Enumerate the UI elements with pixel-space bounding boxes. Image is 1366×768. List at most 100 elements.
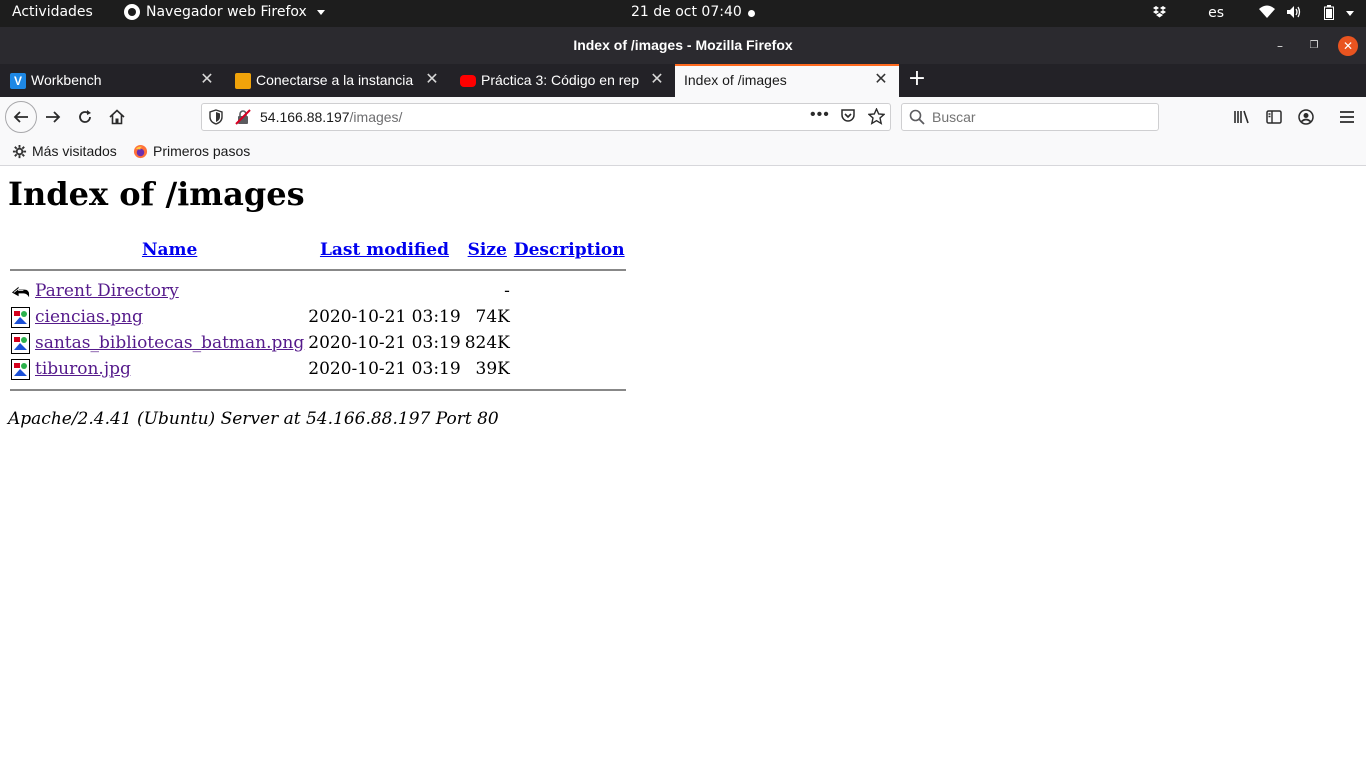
new-tab-button[interactable]: +	[906, 68, 928, 92]
app-menu[interactable]: Navegador web Firefox	[124, 4, 325, 20]
search-bar[interactable]	[901, 103, 1159, 131]
reload-icon	[79, 110, 91, 123]
url-path: /images/	[349, 109, 403, 125]
file-link[interactable]: ciencias.png	[35, 307, 143, 327]
tab-close-icon[interactable]: ✕	[424, 70, 440, 90]
tab-close-icon[interactable]: ✕	[649, 70, 665, 90]
table-row: tiburon.jpg 2020-10-21 03:19 39K	[10, 357, 626, 381]
header-name: Name	[34, 239, 305, 261]
navigation-toolbar: 54.166.88.197/images/ •••	[0, 97, 1366, 137]
tab-label: Práctica 3: Código en rep	[481, 72, 639, 88]
image-file-icon[interactable]	[11, 332, 30, 354]
sort-by-name-link[interactable]: Name	[142, 240, 197, 260]
app-menu-label: Navegador web Firefox	[146, 4, 307, 20]
account-button[interactable]	[1292, 103, 1320, 131]
activities-button[interactable]: Actividades	[12, 4, 93, 20]
sort-by-description-link[interactable]: Description	[514, 240, 625, 260]
volume-icon[interactable]	[1286, 5, 1302, 23]
tab-strip: V Workbench ✕ Conectarse a la instancia …	[0, 64, 1366, 97]
window-title: Index of /images - Mozilla Firefox	[573, 37, 793, 53]
parent-directory-link[interactable]: Parent Directory	[35, 281, 179, 301]
bookmark-most-visited[interactable]: Más visitados	[12, 143, 117, 159]
sort-by-last-modified-link[interactable]: Last modified	[320, 240, 449, 260]
account-icon	[1298, 109, 1314, 125]
search-input[interactable]	[932, 108, 1152, 126]
back-arrow-icon[interactable]	[11, 281, 30, 302]
table-row: santas_bibliotecas_batman.png 2020-10-21…	[10, 331, 626, 355]
vocareum-icon: V	[10, 73, 26, 89]
tab-conectarse[interactable]: Conectarse a la instancia ✕	[225, 64, 450, 97]
table-row: ciencias.png 2020-10-21 03:19 74K	[10, 305, 626, 329]
search-icon	[909, 109, 925, 129]
url-host: 54.166.88.197	[260, 109, 350, 125]
separator-row	[10, 383, 626, 397]
bookmark-getting-started[interactable]: Primeros pasos	[133, 143, 250, 159]
aws-box-icon	[235, 73, 251, 89]
insecure-lock-icon[interactable]	[235, 109, 251, 128]
header-description: Description	[513, 239, 626, 261]
tab-close-icon[interactable]: ✕	[873, 70, 889, 90]
file-size: -	[504, 281, 510, 301]
tracking-protection-shield-icon[interactable]	[209, 109, 223, 128]
file-size: 39K	[475, 359, 510, 379]
window-close-button[interactable]: ✕	[1338, 36, 1358, 56]
minimize-button[interactable]: –	[1270, 36, 1290, 56]
page-actions-menu-icon[interactable]: •••	[810, 106, 830, 124]
maximize-button[interactable]: ❐	[1304, 36, 1324, 56]
bookmarks-toolbar: Más visitados Primeros pasos	[0, 137, 1366, 166]
power-menu[interactable]	[1342, 6, 1354, 21]
listing-header: Name Last modified Size Description	[10, 239, 626, 261]
main-menu-button[interactable]	[1333, 103, 1361, 131]
tab-workbench[interactable]: V Workbench ✕	[0, 64, 225, 97]
bookmark-star-icon[interactable]	[867, 107, 886, 128]
home-button[interactable]	[103, 103, 131, 131]
file-link[interactable]: santas_bibliotecas_batman.png	[35, 333, 304, 353]
url-text[interactable]: 54.166.88.197/images/	[260, 109, 402, 125]
header-last-modified: Last modified	[307, 239, 461, 261]
gear-icon	[12, 144, 27, 158]
image-file-icon[interactable]	[11, 358, 30, 380]
table-row: Parent Directory -	[10, 279, 626, 303]
file-modified: 2020-10-21 03:19	[308, 333, 461, 353]
sidebar-icon	[1266, 110, 1282, 124]
chevron-down-icon	[1346, 11, 1354, 16]
directory-listing: Name Last modified Size Description Pare…	[8, 237, 628, 399]
pocket-icon[interactable]	[840, 108, 856, 127]
tab-index-of-images[interactable]: Index of /images ✕	[675, 64, 899, 97]
youtube-icon	[460, 75, 476, 87]
tab-close-icon[interactable]: ✕	[199, 70, 215, 90]
bookmark-label: Primeros pasos	[153, 143, 251, 159]
library-button[interactable]	[1228, 103, 1256, 131]
tab-label: Workbench	[31, 72, 102, 88]
system-top-bar: Actividades Navegador web Firefox 21 de …	[0, 0, 1366, 32]
battery-icon[interactable]	[1324, 5, 1334, 24]
separator-row	[10, 263, 626, 277]
firefox-icon	[133, 144, 148, 158]
forward-button[interactable]	[39, 103, 67, 131]
sidebar-toggle-button[interactable]	[1260, 103, 1288, 131]
header-icon-cell	[10, 239, 32, 261]
page-heading: Index of /images	[8, 175, 305, 213]
reload-button[interactable]	[71, 103, 99, 131]
back-button[interactable]	[5, 101, 37, 133]
page-content: Index of /images Name Last modified Size…	[0, 167, 1366, 768]
language-label: es	[1208, 5, 1224, 21]
hamburger-menu-icon	[1340, 111, 1354, 123]
library-icon	[1234, 110, 1249, 124]
file-modified: 2020-10-21 03:19	[308, 307, 461, 327]
window-title-bar[interactable]: Index of /images - Mozilla Firefox – ❐ ✕	[0, 27, 1366, 64]
bookmark-label: Más visitados	[32, 143, 117, 159]
notification-dot-icon	[748, 10, 755, 17]
firefox-app-icon	[124, 4, 140, 20]
clock[interactable]: 21 de oct 07:40	[631, 4, 742, 20]
url-bar[interactable]: 54.166.88.197/images/ •••	[201, 103, 891, 131]
chevron-down-icon	[316, 9, 325, 15]
sort-by-size-link[interactable]: Size	[468, 240, 507, 260]
file-link[interactable]: tiburon.jpg	[35, 359, 131, 379]
image-file-icon[interactable]	[11, 306, 30, 328]
wifi-icon[interactable]	[1259, 5, 1275, 23]
home-icon	[109, 109, 125, 125]
header-divider	[10, 269, 626, 271]
tab-practica[interactable]: Práctica 3: Código en rep ✕	[450, 64, 675, 97]
dropbox-icon[interactable]	[1152, 5, 1167, 23]
